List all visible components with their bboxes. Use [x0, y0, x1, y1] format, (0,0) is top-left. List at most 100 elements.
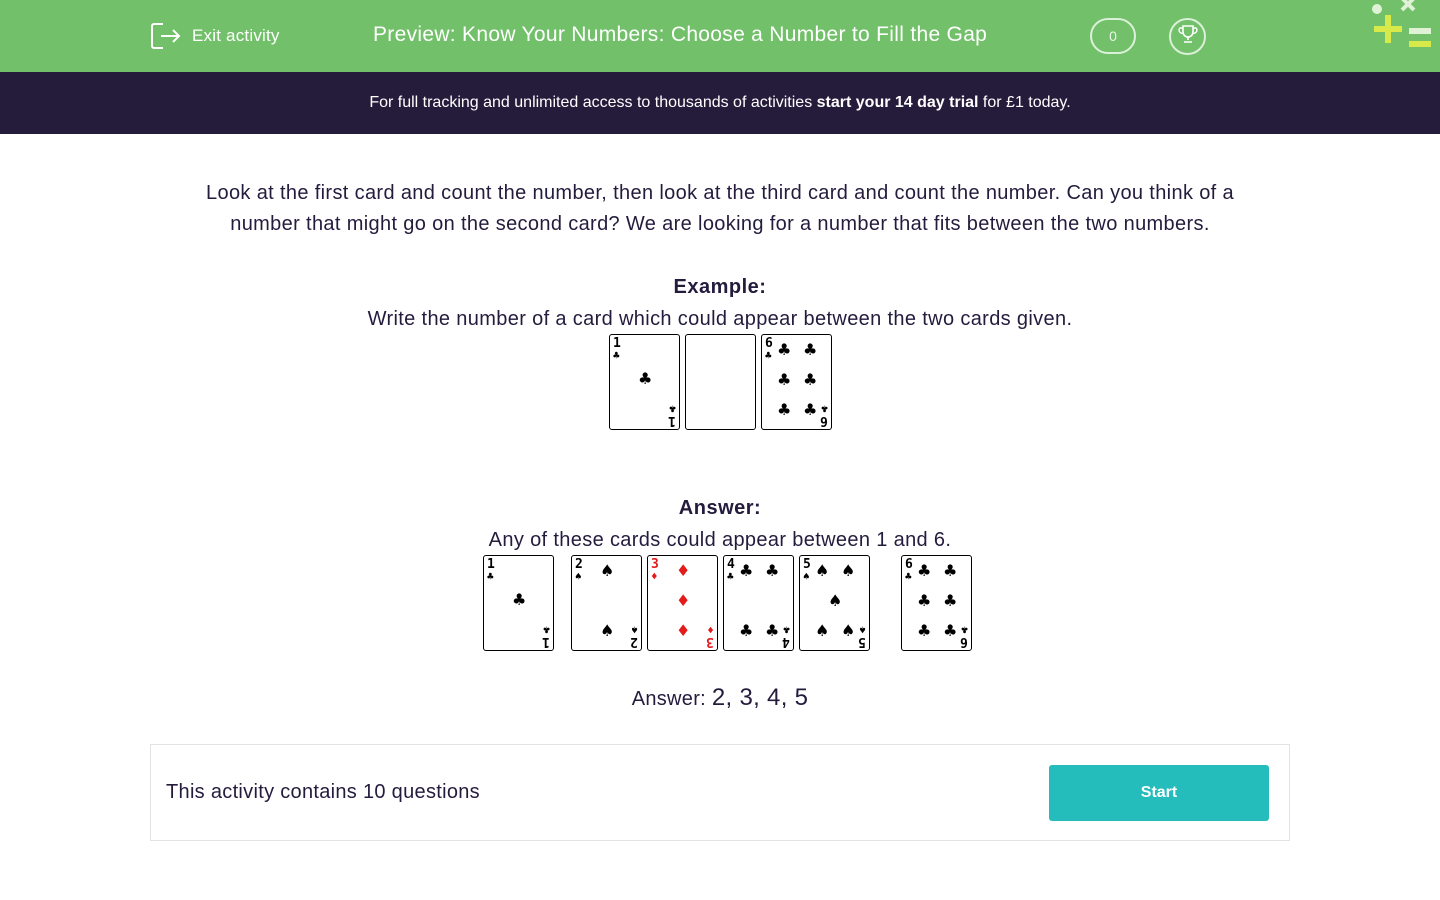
exit-activity-button[interactable]: Exit activity: [150, 22, 280, 50]
answer-value: 2, 3, 4, 5: [711, 684, 809, 711]
card-rank-corner: 1 ♣: [542, 623, 550, 649]
playing-card-2-spades: 2 ♠ 2 ♠ ♠ ♠: [571, 555, 642, 651]
score-counter: 0: [1090, 18, 1136, 54]
top-header: Exit activity Preview: Know Your Numbers…: [0, 0, 1440, 72]
clubs-pip-icon: ♣: [777, 340, 792, 359]
trophy-button[interactable]: [1169, 18, 1206, 55]
diamonds-pip-icon: ♦: [676, 591, 691, 610]
card-suit-spades-icon: ♠: [631, 623, 638, 636]
clubs-pip-icon: ♣: [739, 621, 754, 640]
playing-card-5-spades: 5 ♠ 5 ♠ ♠ ♠ ♠ ♠ ♠: [799, 555, 870, 651]
card-rank: 5: [858, 634, 866, 649]
activity-title: Preview: Know Your Numbers: Choose a Num…: [373, 23, 988, 46]
card-rank-corner: 4 ♣: [727, 558, 735, 583]
card-rank-corner: 1 ♣: [487, 558, 495, 583]
card-rank: 4: [782, 634, 790, 649]
spades-pip-icon: ♠: [841, 621, 856, 640]
card-suit-spades-icon: ♠: [859, 623, 866, 636]
diamonds-pip-icon: ♦: [676, 561, 691, 580]
card-suit-clubs-icon: ♣: [783, 623, 790, 636]
card-rank: 1: [668, 413, 676, 428]
spades-pip-icon: ♠: [600, 561, 615, 580]
start-button[interactable]: Start: [1049, 765, 1269, 821]
spades-pip-icon: ♠: [815, 621, 830, 640]
card-rank-corner: 2 ♠: [575, 558, 583, 583]
card-suit-clubs-icon: ♣: [821, 402, 828, 415]
card-rank: 2: [630, 634, 638, 649]
clubs-pip-icon: ♣: [803, 340, 818, 359]
card-suit-clubs-icon: ♣: [727, 570, 734, 583]
card-rank-corner: 6 ♣: [905, 558, 913, 583]
spades-pip-icon: ♠: [815, 561, 830, 580]
card-suit-clubs-icon: ♣: [905, 570, 912, 583]
card-suit-clubs-icon: ♣: [765, 349, 772, 362]
playing-card-3-diamonds: 3 ♦ 3 ♦ ♦ ♦ ♦: [647, 555, 718, 651]
clubs-pip-icon: ♣: [777, 400, 792, 419]
card-suit-spades-icon: ♠: [803, 570, 810, 583]
card-rank: 1: [542, 634, 550, 649]
clubs-pip-icon: ♣: [917, 561, 932, 580]
score-value: 0: [1109, 28, 1117, 44]
clubs-pip-icon: ♣: [803, 370, 818, 389]
clubs-pip-icon: ♣: [739, 561, 754, 580]
clubs-pip-icon: ♣: [943, 561, 958, 580]
clubs-pip-icon: ♣: [512, 590, 527, 609]
card-rank: 3: [706, 634, 714, 649]
diamonds-pip-icon: ♦: [676, 621, 691, 640]
card-suit-clubs-icon: ♣: [543, 623, 550, 636]
spades-pip-icon: ♠: [828, 591, 843, 610]
card-rank-corner: 2 ♠: [630, 623, 638, 649]
start-panel: This activity contains 10 questions Star…: [150, 744, 1290, 841]
card-suit-diamonds-icon: ♦: [707, 623, 714, 636]
card-suit-spades-icon: ♠: [575, 570, 582, 583]
card-rank-corner: 1 ♣: [613, 337, 621, 362]
trial-banner-link[interactable]: start your 14 day trial: [817, 94, 979, 112]
spades-pip-icon: ♠: [600, 621, 615, 640]
question-intro: Look at the first card and count the num…: [206, 182, 1234, 235]
exit-icon: [150, 22, 182, 50]
example-heading: Example:: [673, 276, 767, 298]
trial-banner: For full tracking and unlimited access t…: [0, 72, 1440, 134]
clubs-pip-icon: ♣: [803, 400, 818, 419]
trial-banner-suffix: for £1 today.: [978, 94, 1071, 111]
example-prompt: Write the number of a card which could a…: [367, 308, 1073, 330]
answer-summary: Answer: 2, 3, 4, 5: [0, 684, 1440, 712]
card-rank-corner: 6 ♣: [820, 402, 828, 428]
clubs-pip-icon: ♣: [765, 621, 780, 640]
playing-card-6-clubs: 6 ♣ 6 ♣ ♣ ♣ ♣ ♣ ♣ ♣: [901, 555, 972, 651]
card-rank-corner: 4 ♣: [782, 623, 790, 649]
question-count-text: This activity contains 10 questions: [166, 781, 480, 803]
exit-activity-label: Exit activity: [192, 26, 280, 45]
card-suit-clubs-icon: ♣: [487, 570, 494, 583]
trial-banner-prefix: For full tracking and unlimited access t…: [369, 94, 817, 111]
spades-pip-icon: ♠: [841, 561, 856, 580]
clubs-pip-icon: ♣: [917, 591, 932, 610]
card-rank-corner: 3 ♦: [651, 558, 659, 583]
playing-card-1-clubs: 1 ♣ 1 ♣ ♣: [483, 555, 554, 651]
card-rank-corner: 5 ♠: [803, 558, 811, 583]
card-rank: 6: [820, 413, 828, 428]
card-rank-corner: 6 ♣: [765, 337, 773, 362]
clubs-pip-icon: ♣: [917, 621, 932, 640]
clubs-pip-icon: ♣: [638, 369, 653, 388]
card-rank-corner: 1 ♣: [668, 402, 676, 428]
answer-label: Answer:: [631, 688, 712, 710]
answer-prompt: Any of these cards could appear between …: [488, 529, 952, 551]
answer-heading: Answer:: [678, 497, 762, 519]
clubs-pip-icon: ♣: [765, 561, 780, 580]
clubs-pip-icon: ♣: [943, 621, 958, 640]
playing-card-6-clubs: 6 ♣ 6 ♣ ♣ ♣ ♣ ♣ ♣ ♣: [761, 334, 832, 430]
blank-card: [685, 334, 756, 430]
card-rank-corner: 6 ♣: [960, 623, 968, 649]
playing-card-1-clubs: 1 ♣ 1 ♣ ♣: [609, 334, 680, 430]
card-suit-clubs-icon: ♣: [613, 349, 620, 362]
card-suit-clubs-icon: ♣: [669, 402, 676, 415]
trophy-icon: [1177, 23, 1199, 50]
brand-logo: [1368, 0, 1440, 72]
card-suit-clubs-icon: ♣: [961, 623, 968, 636]
card-rank-corner: 5 ♠: [858, 623, 866, 649]
card-suit-diamonds-icon: ♦: [651, 570, 658, 583]
clubs-pip-icon: ♣: [777, 370, 792, 389]
clubs-pip-icon: ♣: [943, 591, 958, 610]
card-rank: 6: [960, 634, 968, 649]
